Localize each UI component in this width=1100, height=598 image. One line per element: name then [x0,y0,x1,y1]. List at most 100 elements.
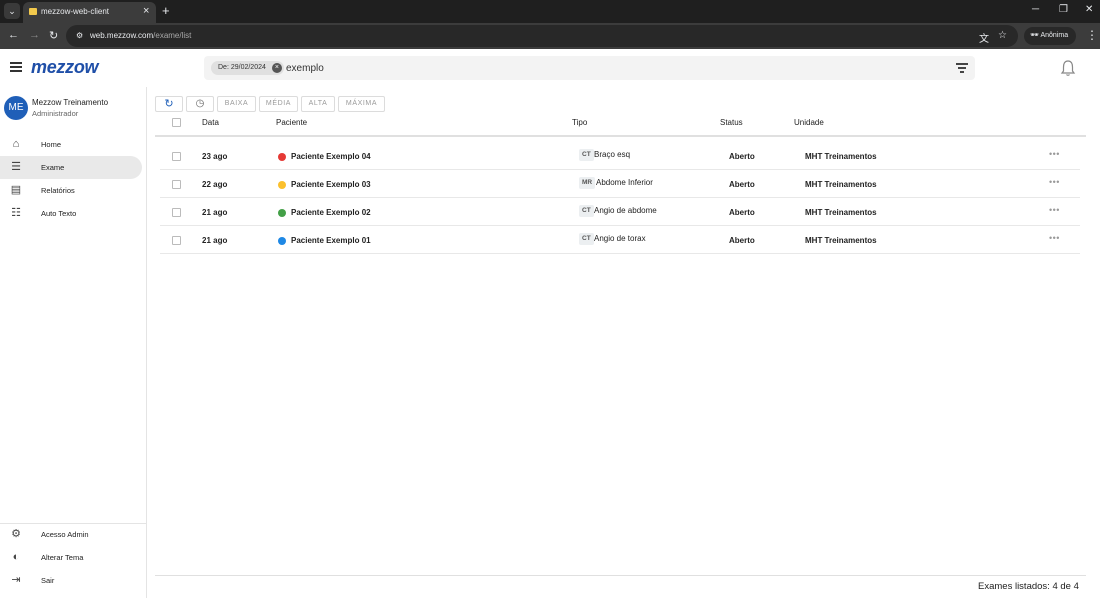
sidebar-item-home[interactable]: ⌂ Home [0,133,142,156]
row-unit: MHT Treinamentos [805,236,877,245]
sidebar-item-alterar-tema[interactable]: ◐ Alterar Tema [0,546,142,569]
date-filter-label: De: 29/02/2024 [218,64,266,71]
menu-icon[interactable] [10,62,22,72]
row-more-actions-icon[interactable]: ••• [1049,233,1060,243]
user-name: Mezzow Treinamento [32,98,109,107]
table-row[interactable]: 23 ago Paciente Exemplo 04 CT Braço esq … [160,142,1080,170]
tab-search-icon[interactable]: ⌄ [4,3,20,19]
row-status: Aberto [729,152,755,161]
avatar[interactable]: ME [4,96,28,120]
row-status: Aberto [729,236,755,245]
row-unit: MHT Treinamentos [805,208,877,217]
column-header-status[interactable]: Status [720,118,743,127]
forward-icon[interactable]: → [29,29,40,41]
row-checkbox[interactable] [172,180,181,189]
sidebar-item-exame[interactable]: ☰ Exame [0,156,142,179]
sidebar-item-acesso-admin[interactable]: ⚙ Acesso Admin [0,523,142,546]
row-patient: Paciente Exemplo 02 [291,208,371,217]
row-status: Aberto [729,208,755,217]
url-text: web.mezzow.com/exame/list [90,31,192,40]
column-header-paciente[interactable]: Paciente [276,118,307,127]
filter-icon[interactable] [956,63,968,73]
sidebar-item-label: Alterar Tema [41,553,84,562]
date-filter-chip[interactable]: De: 29/02/2024 × [211,61,284,75]
row-more-actions-icon[interactable]: ••• [1049,149,1060,159]
new-tab-icon[interactable]: + [162,3,170,18]
auto-text-icon: ☷ [11,207,21,219]
exam-count-label: Exames listados: 4 de 4 [978,581,1079,592]
search-bar[interactable]: De: 29/02/2024 × [204,56,975,80]
app-header: mezzow De: 29/02/2024 × [0,49,1100,87]
row-checkbox[interactable] [172,152,181,161]
sidebar-item-label: Relatórios [41,186,75,195]
row-exam-type: Angio de abdome [594,206,657,215]
table-row[interactable]: 21 ago Paciente Exemplo 02 CT Angio de a… [160,198,1080,226]
sidebar-item-label: Home [41,140,62,149]
table-header-divider [155,135,1086,137]
address-bar[interactable]: ⚙ web.mezzow.com/exame/list 文 ☆ [66,25,1018,47]
row-checkbox[interactable] [172,236,181,245]
sidebar-item-label: Sair [41,576,55,585]
exam-list-icon: ☰ [11,161,21,173]
logout-icon: ⇥ [11,574,21,586]
refresh-icon: ↻ [164,98,174,110]
restore-icon[interactable]: ❐ [1059,4,1068,15]
row-patient: Paciente Exemplo 03 [291,180,371,189]
tab-close-icon[interactable]: × [143,5,149,17]
incognito-icon: 🕶 [1030,32,1039,39]
sidebar-item-relatorios[interactable]: ▤ Relatórios [0,179,142,202]
sidebar-item-auto-texto[interactable]: ☷ Auto Texto [0,202,142,225]
browser-toolbar: ← → ↻ ⚙ web.mezzow.com/exame/list 文 ☆ [0,23,1100,49]
column-header-tipo[interactable]: Tipo [572,118,587,127]
bookmark-star-icon[interactable]: ☆ [998,30,1007,41]
site-info-icon[interactable]: ⚙ [76,31,83,40]
tab-title: mezzow-web-client [41,7,110,16]
row-date: 22 ago [202,180,228,189]
notifications-bell-icon[interactable] [1060,59,1076,77]
sidebar: ME Mezzow Treinamento Administrador ⌂ Ho… [0,87,147,598]
row-date: 21 ago [202,236,228,245]
row-more-actions-icon[interactable]: ••• [1049,205,1060,215]
refresh-button[interactable]: ↻ [155,96,183,112]
minimize-icon[interactable]: ─ [1032,4,1039,15]
column-header-data[interactable]: Data [202,118,219,127]
priority-dot [278,209,286,217]
row-patient: Paciente Exemplo 04 [291,152,371,161]
tab-favicon-icon [29,8,37,15]
priority-alta-button[interactable]: ALTA [301,96,335,112]
column-header-unidade[interactable]: Unidade [794,118,824,127]
back-icon[interactable]: ← [8,29,19,41]
sidebar-item-label: Auto Texto [41,209,77,218]
row-checkbox[interactable] [172,208,181,217]
modality-badge: MR [579,177,596,189]
browser-tab[interactable]: mezzow-web-client × [23,2,156,23]
settings-gear-icon: ⚙ [11,528,21,540]
user-role: Administrador [32,109,79,118]
table-row[interactable]: 21 ago Paciente Exemplo 01 CT Angio de t… [160,226,1080,254]
sidebar-item-label: Exame [41,163,65,172]
modality-badge: CT [579,205,594,217]
priority-maxima-button[interactable]: MÁXIMA [338,96,385,112]
theme-toggle-icon: ◐ [12,551,20,563]
priority-media-button[interactable]: MÉDIA [259,96,298,112]
incognito-profile-button[interactable]: 🕶 Anônima [1024,27,1076,45]
reload-icon[interactable]: ↻ [49,29,58,42]
home-icon: ⌂ [12,138,20,150]
sidebar-item-sair[interactable]: ⇥ Sair [0,569,142,592]
row-patient: Paciente Exemplo 01 [291,236,371,245]
priority-dot [278,237,286,245]
row-more-actions-icon[interactable]: ••• [1049,177,1060,187]
sidebar-item-label: Acesso Admin [41,530,89,539]
search-input[interactable] [286,60,886,76]
select-all-checkbox[interactable] [172,118,181,127]
priority-baixa-button[interactable]: BAIXA [217,96,256,112]
row-exam-type: Braço esq [594,150,631,159]
table-row[interactable]: 22 ago Paciente Exemplo 03 MR Abdome Inf… [160,170,1080,198]
footer-divider [155,575,1086,576]
remove-filter-icon[interactable]: × [271,63,282,73]
row-unit: MHT Treinamentos [805,152,877,161]
close-window-icon[interactable]: ✕ [1085,4,1093,15]
history-button[interactable]: ◷ [186,96,214,112]
browser-menu-icon[interactable]: ⋮ [1086,28,1098,42]
translate-icon[interactable]: 文 [979,30,989,45]
